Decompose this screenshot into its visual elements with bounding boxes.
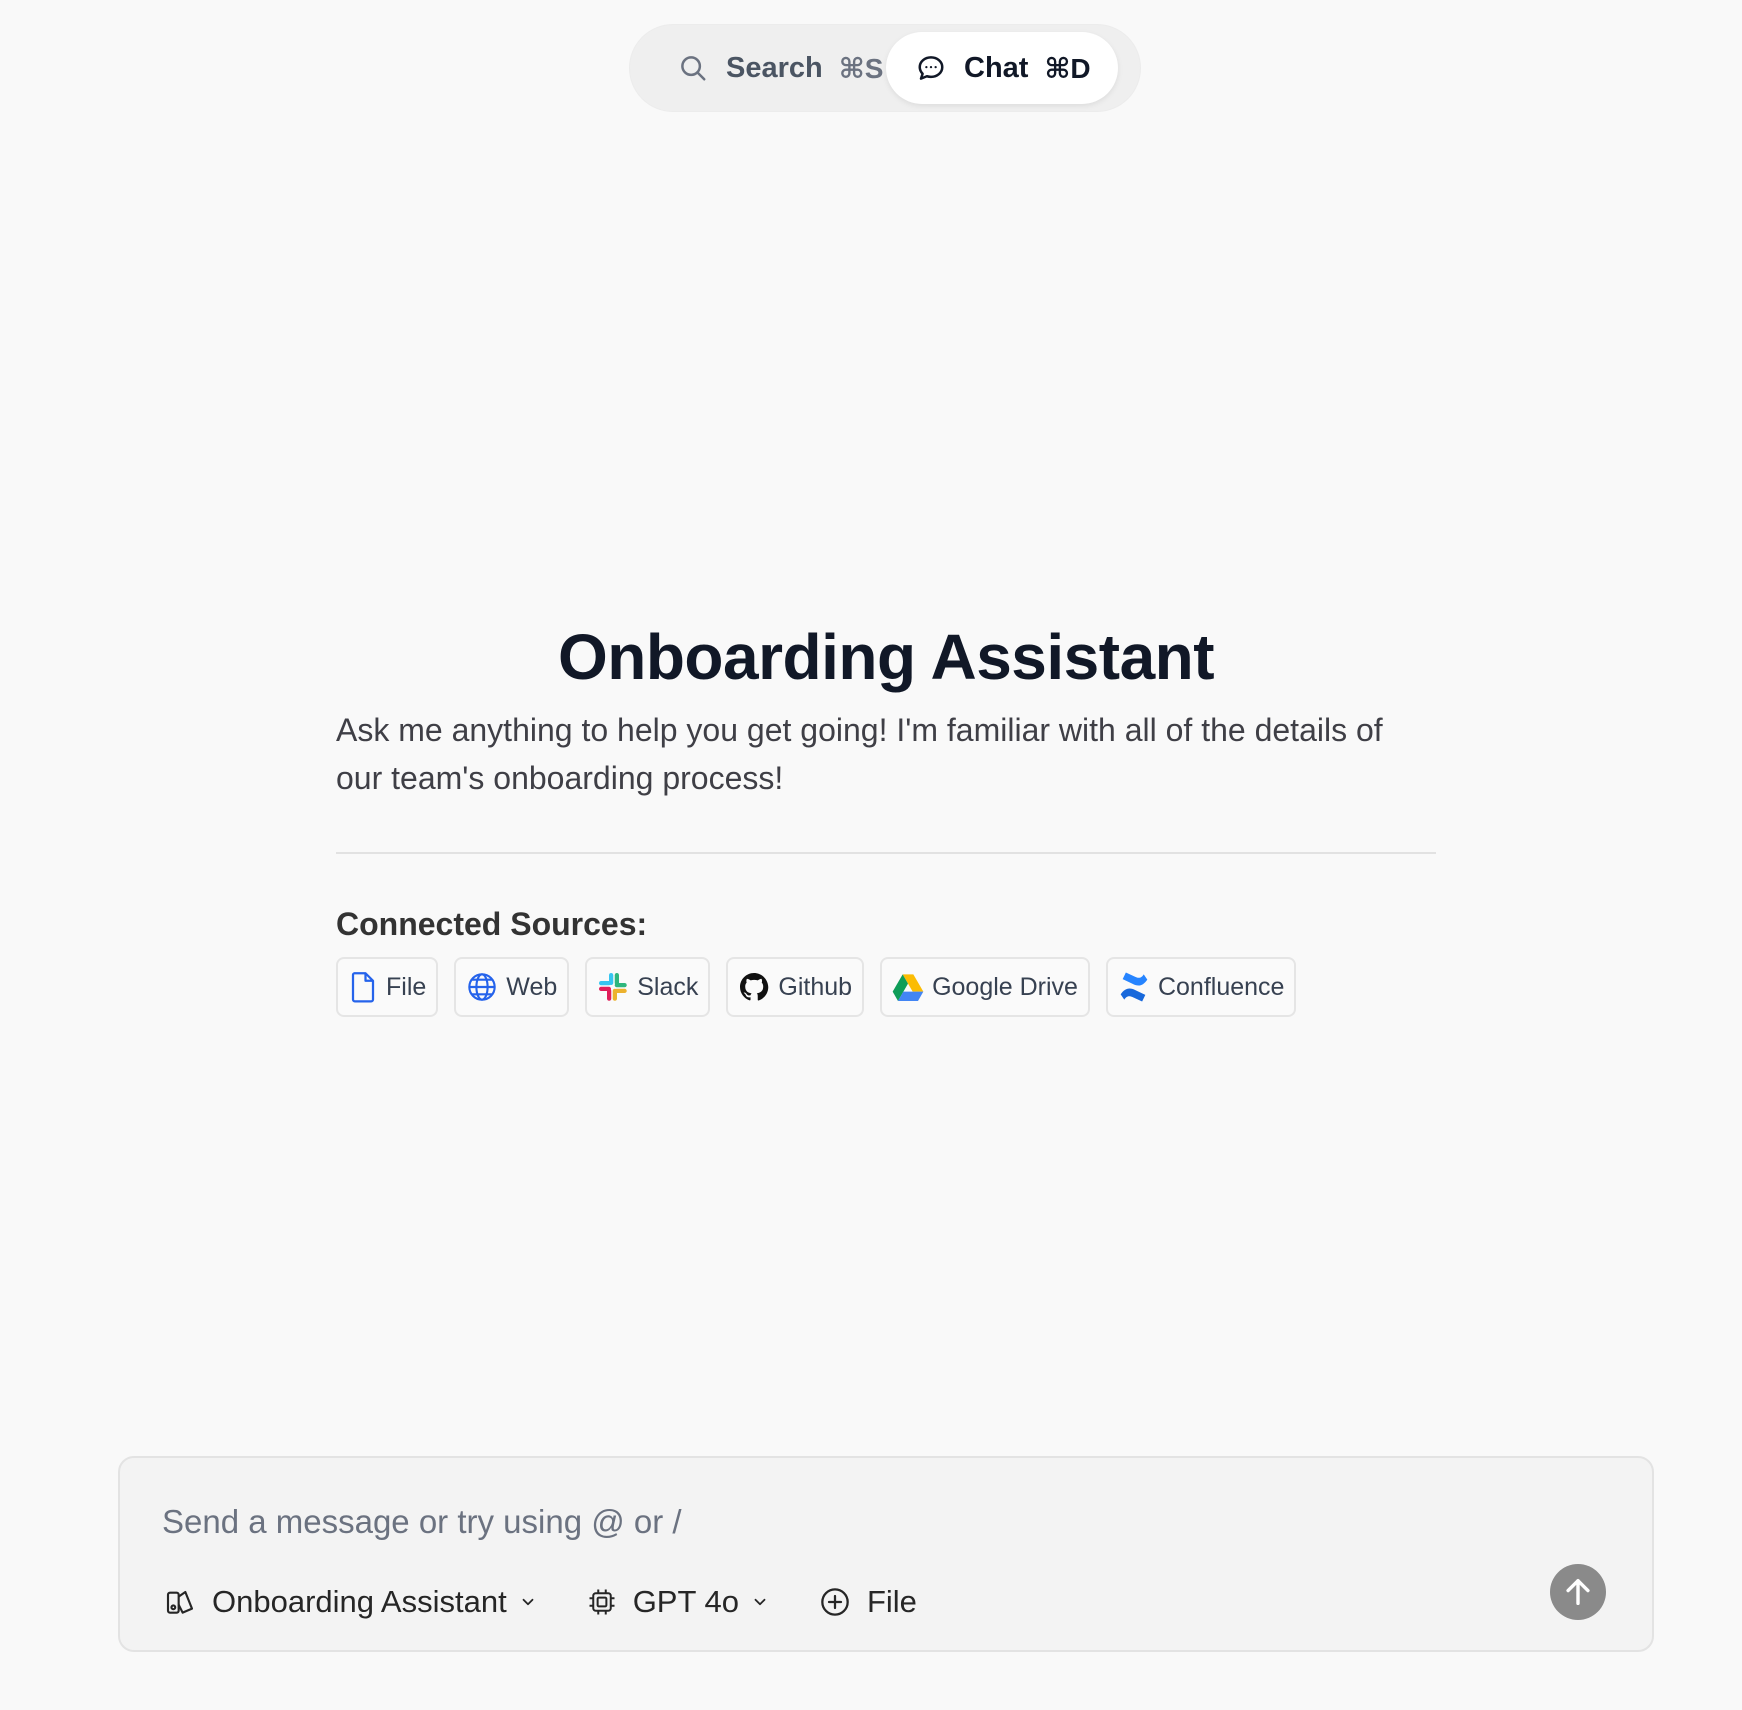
- source-label-slack: Slack: [637, 972, 699, 1001]
- chat-mode-button[interactable]: Chat ⌘D: [886, 32, 1118, 104]
- chat-bubble-icon: [916, 53, 946, 83]
- source-chip-confluence[interactable]: Confluence: [1105, 957, 1297, 1017]
- connected-sources-list: File Web Slack Github Google Drive Confl…: [336, 957, 1436, 1017]
- source-label-web: Web: [506, 972, 558, 1001]
- slack-icon: [597, 971, 629, 1003]
- source-label-file: File: [386, 972, 427, 1001]
- message-input[interactable]: [160, 1494, 1560, 1550]
- connected-sources-heading: Connected Sources:: [336, 906, 648, 942]
- assistant-selector[interactable]: Onboarding Assistant: [164, 1584, 537, 1620]
- assistant-intro: Onboarding Assistant Ask me anything to …: [336, 620, 1436, 1017]
- source-chip-slack[interactable]: Slack: [585, 957, 711, 1017]
- assistant-selector-label: Onboarding Assistant: [212, 1584, 507, 1619]
- message-composer: Onboarding Assistant GPT 4o File: [118, 1456, 1654, 1652]
- assistant-icon: [164, 1586, 196, 1618]
- globe-icon: [466, 971, 498, 1003]
- chevron-down-icon: [751, 1593, 769, 1611]
- plus-circle-icon: [819, 1586, 851, 1618]
- search-shortcut: ⌘S: [838, 52, 884, 84]
- mode-toggle: Search ⌘S Chat ⌘D: [629, 24, 1141, 112]
- search-mode-button[interactable]: Search ⌘S: [638, 32, 883, 104]
- send-button[interactable]: [1550, 1564, 1606, 1620]
- chevron-down-icon: [519, 1593, 537, 1611]
- attach-file-button[interactable]: File: [819, 1584, 917, 1620]
- source-chip-file[interactable]: File: [336, 957, 439, 1017]
- chat-shortcut: ⌘D: [1044, 52, 1091, 84]
- source-chip-web[interactable]: Web: [454, 957, 570, 1017]
- github-icon: [738, 971, 770, 1003]
- search-mode-label: Search: [726, 51, 823, 84]
- google-drive-icon: [892, 972, 924, 1002]
- source-chip-google-drive[interactable]: Google Drive: [880, 957, 1090, 1017]
- search-icon: [678, 53, 708, 83]
- confluence-icon: [1118, 971, 1150, 1003]
- cpu-icon: [587, 1587, 617, 1617]
- source-chip-github[interactable]: Github: [726, 957, 865, 1017]
- file-icon: [348, 970, 378, 1004]
- chat-mode-label: Chat: [964, 51, 1029, 84]
- arrow-up-icon: [1561, 1575, 1595, 1609]
- attach-file-label: File: [866, 1584, 917, 1619]
- divider: [336, 852, 1436, 854]
- assistant-title: Onboarding Assistant: [557, 621, 1215, 693]
- source-label-github: Github: [778, 972, 853, 1001]
- assistant-description: Ask me anything to help you get going! I…: [336, 712, 1383, 796]
- source-label-confluence: Confluence: [1157, 972, 1285, 1001]
- source-label-google-drive: Google Drive: [932, 972, 1078, 1001]
- composer-toolbar: Onboarding Assistant GPT 4o File: [164, 1584, 967, 1620]
- model-selector-label: GPT 4o: [632, 1584, 739, 1619]
- model-selector[interactable]: GPT 4o: [587, 1584, 769, 1620]
